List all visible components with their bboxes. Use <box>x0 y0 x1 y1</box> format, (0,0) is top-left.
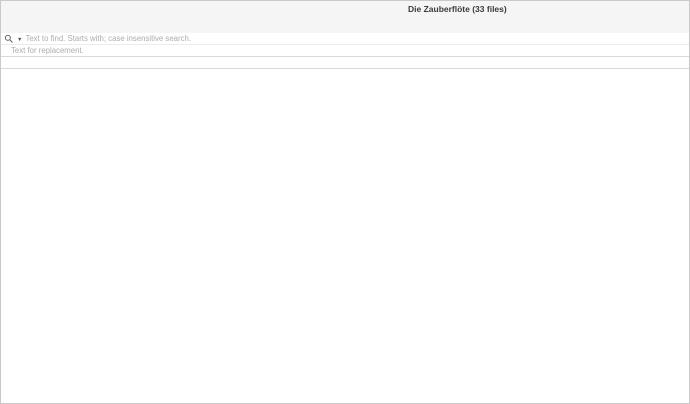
toolbar <box>1 12 689 33</box>
tag-editor-window: Die Zauberflöte (33 files) ▼ Text to fin… <box>0 0 690 404</box>
replace-input[interactable]: Text for replacement. <box>11 46 84 55</box>
find-input[interactable]: Text to find. Starts with; case insensit… <box>25 34 191 43</box>
find-field[interactable]: ▼ Text to find. Starts with; case insens… <box>1 33 689 45</box>
replace-field[interactable]: Text for replacement. <box>1 45 689 57</box>
window-chrome: Die Zauberflöte (33 files) <box>1 1 689 34</box>
search-icon <box>4 34 14 44</box>
search-options-chevron-icon[interactable]: ▼ <box>17 37 22 43</box>
table-header <box>1 57 689 69</box>
